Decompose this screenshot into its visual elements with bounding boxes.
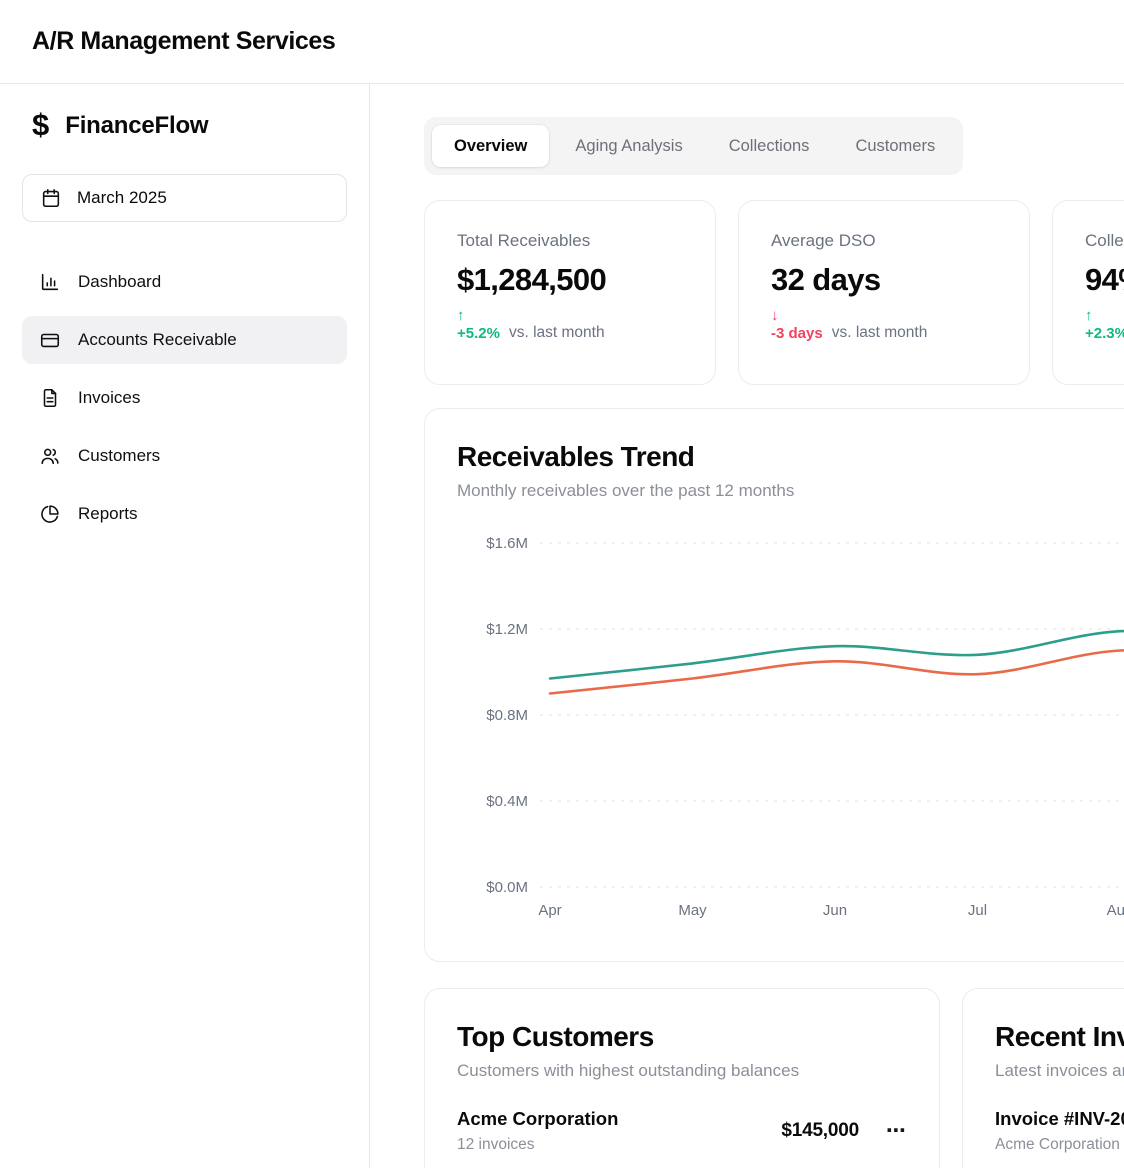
stat-card-total-receivables: Total Receivables $1,284,500 ↑ +5.2% vs.… [424, 200, 716, 385]
calendar-icon [40, 187, 62, 209]
sidebar-item-label: Invoices [78, 388, 140, 408]
date-selector-label: March 2025 [77, 188, 167, 208]
svg-text:May: May [678, 902, 707, 919]
sidebar-nav: Dashboard Accounts Receivable [22, 258, 347, 538]
sidebar-item-invoices[interactable]: Invoices [22, 374, 347, 422]
app-window: A/R Management Services FinanceFlow Marc… [0, 0, 1124, 1168]
recent-invoices-subtitle: Latest invoices and payments [995, 1061, 1124, 1081]
stat-value: 32 days [771, 262, 997, 298]
chart-title: Receivables Trend [457, 441, 794, 473]
customer-balance: $145,000 [781, 1120, 859, 1142]
main-content: Overview Aging Analysis Collections Cust… [370, 84, 1124, 1168]
bottom-cards-row: Top Customers Customers with highest out… [424, 988, 1124, 1168]
svg-text:$1.6M: $1.6M [486, 535, 528, 552]
sidebar-item-label: Reports [78, 504, 138, 524]
svg-text:$0.8M: $0.8M [486, 707, 528, 724]
svg-text:Jul: Jul [968, 902, 987, 919]
stat-label: Average DSO [771, 231, 997, 251]
trend-value: -3 days [771, 325, 823, 343]
stat-card-average-dso: Average DSO 32 days ↓ -3 days vs. last m… [738, 200, 1030, 385]
stat-value: $1,284,500 [457, 262, 683, 298]
customer-row: Acme Corporation 12 invoices $145,000 [457, 1108, 907, 1154]
stat-value: 94% [1085, 262, 1124, 298]
sidebar-item-label: Dashboard [78, 272, 161, 292]
svg-text:Jun: Jun [823, 902, 847, 919]
sidebar-item-label: Customers [78, 446, 160, 466]
svg-text:Apr: Apr [538, 902, 561, 919]
stat-trend: ↑ +2.3% vs. last month [1085, 307, 1124, 343]
trend-up-arrow-icon: ↑ [1085, 307, 1124, 325]
receivables-trend-card: Receivables Trend Monthly receivables ov… [424, 408, 1124, 962]
tab-bar: Overview Aging Analysis Collections Cust… [424, 117, 963, 175]
brand: FinanceFlow [22, 110, 347, 141]
top-customers-subtitle: Customers with highest outstanding balan… [457, 1061, 907, 1081]
stats-row: Total Receivables $1,284,500 ↑ +5.2% vs.… [424, 200, 1124, 385]
sidebar-item-accounts-receivable[interactable]: Accounts Receivable [22, 316, 347, 364]
top-customers-card: Top Customers Customers with highest out… [424, 988, 940, 1168]
invoice-customer: Acme Corporation [995, 1136, 1124, 1154]
sidebar-item-reports[interactable]: Reports [22, 490, 347, 538]
page-title: A/R Management Services [32, 27, 335, 56]
credit-card-icon [39, 329, 61, 351]
stat-trend: ↓ -3 days vs. last month [771, 307, 997, 343]
invoice-number: Invoice #INV-2025-001 [995, 1108, 1124, 1130]
ellipsis-icon[interactable] [886, 1121, 907, 1141]
trend-down-arrow-icon: ↓ [771, 307, 823, 325]
brand-name: FinanceFlow [65, 112, 208, 140]
stat-label: Total Receivables [457, 231, 683, 251]
tab-customers[interactable]: Customers [835, 125, 955, 167]
sidebar: FinanceFlow March 2025 [0, 84, 370, 1168]
trend-value: +2.3% [1085, 325, 1124, 343]
tab-overview[interactable]: Overview [432, 125, 549, 167]
chart-card-header: Receivables Trend Monthly receivables ov… [457, 441, 1124, 501]
stat-trend: ↑ +5.2% vs. last month [457, 307, 683, 343]
svg-text:$0.0M: $0.0M [486, 879, 528, 896]
svg-text:Aug: Aug [1107, 902, 1124, 919]
trend-up-arrow-icon: ↑ [457, 307, 500, 325]
dollar-icon [32, 109, 49, 140]
users-icon [39, 445, 61, 467]
sidebar-item-label: Accounts Receivable [78, 330, 237, 350]
stat-card-collection-rate: Collection Rate 94% ↑ +2.3% vs. last mon… [1052, 200, 1124, 385]
tab-aging-analysis[interactable]: Aging Analysis [555, 125, 702, 167]
svg-text:$1.2M: $1.2M [486, 621, 528, 638]
tab-collections[interactable]: Collections [709, 125, 830, 167]
pie-chart-icon [39, 503, 61, 525]
recent-invoices-card: Recent Invoices Latest invoices and paym… [962, 988, 1124, 1168]
bar-chart-icon [39, 271, 61, 293]
chart-subtitle: Monthly receivables over the past 12 mon… [457, 481, 794, 501]
trend-suffix: vs. last month [509, 324, 605, 342]
stat-label: Collection Rate [1085, 231, 1124, 251]
invoice-row: Invoice #INV-2025-001 Acme Corporation [995, 1108, 1124, 1154]
date-selector-button[interactable]: March 2025 [22, 174, 347, 222]
trend-value: +5.2% [457, 325, 500, 343]
sidebar-item-dashboard[interactable]: Dashboard [22, 258, 347, 306]
layout: FinanceFlow March 2025 [0, 84, 1124, 1168]
svg-text:$0.4M: $0.4M [486, 793, 528, 810]
sidebar-item-customers[interactable]: Customers [22, 432, 347, 480]
app-header: A/R Management Services [0, 0, 1124, 84]
trend-suffix: vs. last month [832, 324, 928, 342]
customer-invoice-count: 12 invoices [457, 1136, 618, 1154]
recent-invoices-title: Recent Invoices [995, 1021, 1124, 1053]
customer-name: Acme Corporation [457, 1108, 618, 1130]
top-customers-title: Top Customers [457, 1021, 907, 1053]
receivables-trend-line-chart: $1.6M $1.2M $0.8M $0.4M $0.0M Apr May Jun Jul Aug… [440, 519, 1124, 929]
file-text-icon [39, 387, 61, 409]
